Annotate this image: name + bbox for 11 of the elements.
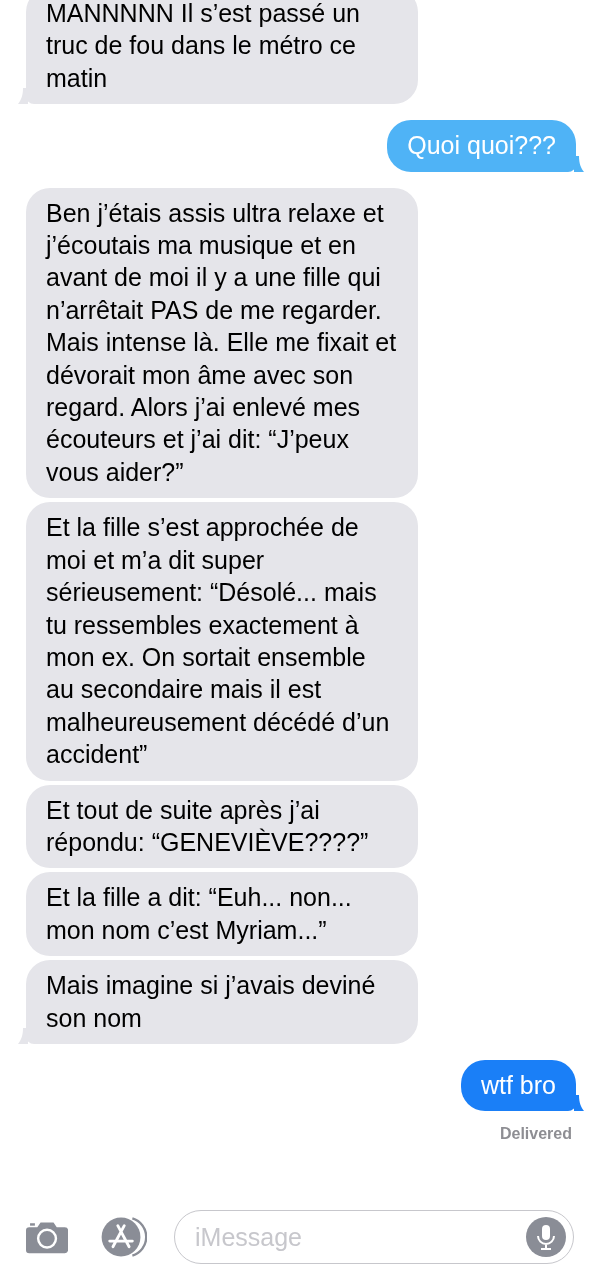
message-bubble: Et la fille s’est approchée de moi et m’a dit super sérieusement: “Désolé... mais tu ressembles exactement à mon ex. On sortait ensemble au secondaire mais il est malheureusement décédé d’un accident” (26, 502, 418, 781)
delivery-status: Delivered (499, 1125, 572, 1144)
microphone-icon[interactable] (526, 1217, 566, 1257)
message-bubble: Ben j’étais assis ultra relaxe et j’écoutais ma musique et en avant de moi il y a une fille qui n’arrêtait PAS de me regarder. Mais intense là. Elle me fixait et dévorait mon âme avec son regard. Alors j’ai enlevé mes écouteurs et j’ai dit: “J’peux vous aider?” (26, 187, 418, 499)
message-bubble: Et la fille a dit: “Euh... non... mon nom c’est Myriam...” (26, 872, 418, 957)
message-bubble: wtf bro (460, 1059, 576, 1112)
message-bubble: Et tout de suite après j’ai répondu: “GENEVIÈVE????” (26, 784, 418, 869)
message-bubble: Quoi quoi??? (387, 120, 576, 172)
message-input[interactable]: iMessage (174, 1210, 574, 1264)
message-bubble: MANNNNN Il s’est passé un truc de fou dans le métro ce matin (26, 0, 418, 105)
message-bubble: Mais imagine si j’avais deviné son nom (26, 960, 418, 1044)
